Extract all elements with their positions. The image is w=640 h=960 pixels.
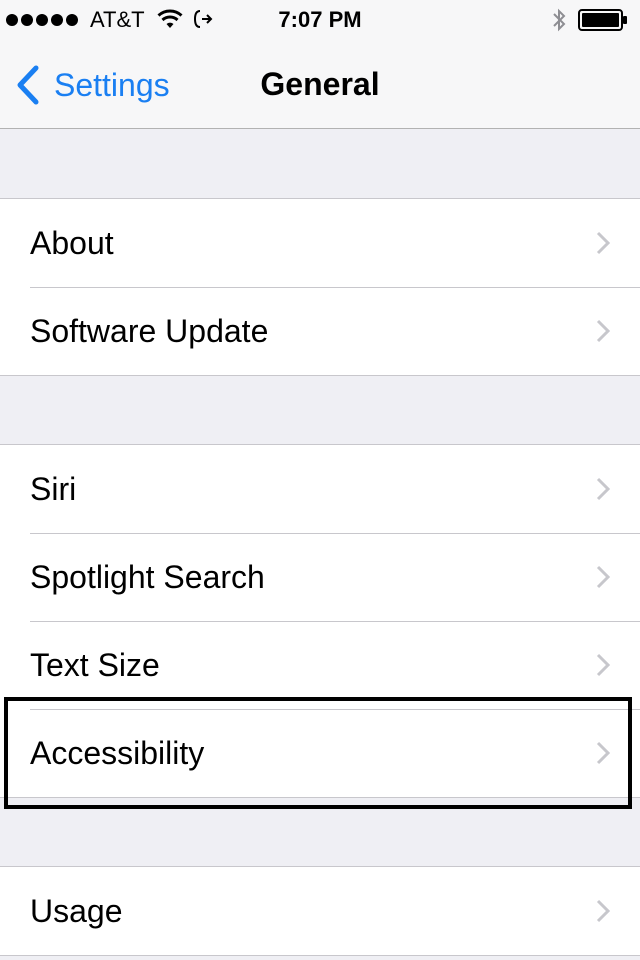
settings-row-software-update[interactable]: Software Update <box>0 287 640 375</box>
navigation-bar: Settings General <box>0 40 640 128</box>
chevron-right-icon <box>596 231 610 255</box>
settings-row-spotlight-search[interactable]: Spotlight Search <box>0 533 640 621</box>
bluetooth-icon <box>553 8 566 32</box>
settings-group-1: About Software Update <box>0 198 640 376</box>
settings-row-usage[interactable]: Usage <box>0 867 640 955</box>
settings-row-about[interactable]: About <box>0 199 640 287</box>
chevron-right-icon <box>596 319 610 343</box>
settings-group-2: Siri Spotlight Search Text Size Accessib… <box>0 444 640 798</box>
settings-row-text-size[interactable]: Text Size <box>0 621 640 709</box>
row-label: Spotlight Search <box>30 559 265 595</box>
top-bars: AT&T 7:07 PM Settings General <box>0 0 640 129</box>
chevron-right-icon <box>596 741 610 765</box>
row-label: Software Update <box>30 313 269 349</box>
status-bar: AT&T 7:07 PM <box>0 0 640 40</box>
row-label: About <box>30 225 114 261</box>
page-title: General <box>260 66 380 102</box>
settings-row-accessibility[interactable]: Accessibility <box>0 709 640 797</box>
settings-general-screen: AT&T 7:07 PM Settings General About Soft… <box>0 0 640 960</box>
settings-group-3: Usage <box>0 866 640 956</box>
chevron-right-icon <box>596 477 610 501</box>
chevron-right-icon <box>596 653 610 677</box>
settings-row-siri[interactable]: Siri <box>0 445 640 533</box>
chevron-right-icon <box>596 565 610 589</box>
chevron-right-icon <box>596 899 610 923</box>
row-label: Usage <box>30 893 123 929</box>
status-time: 7:07 PM <box>278 7 362 32</box>
row-label: Accessibility <box>30 735 205 771</box>
row-label: Text Size <box>30 647 160 683</box>
battery-icon <box>578 9 627 31</box>
row-label: Siri <box>30 471 77 507</box>
